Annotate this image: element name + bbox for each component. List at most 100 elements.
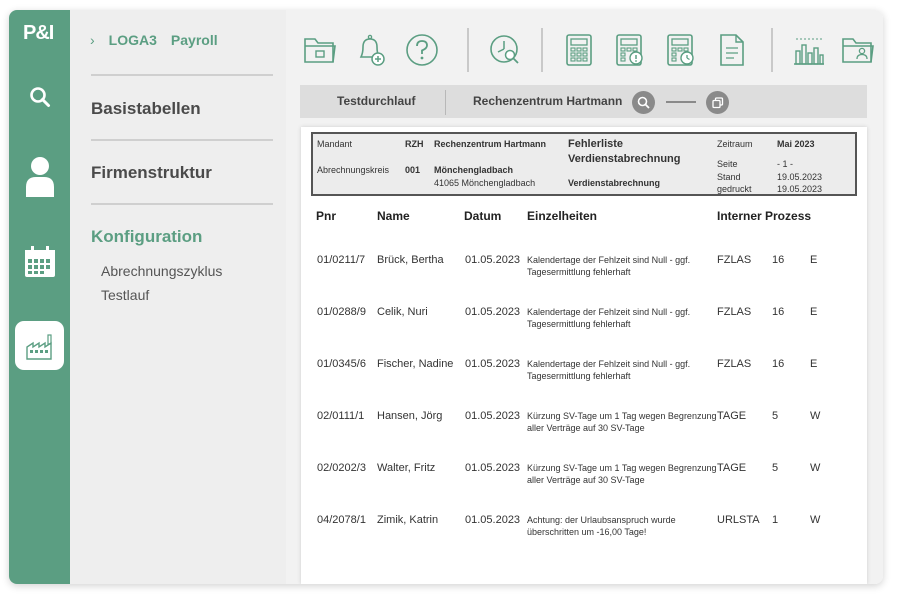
bar-chart-icon [794, 38, 824, 65]
tab-rechenzentrum[interactable]: Rechenzentrum Hartmann [473, 94, 622, 108]
main-content: Testdurchlauf Rechenzentrum Hartmann Man… [286, 10, 883, 584]
folder-icon [304, 38, 336, 63]
kreis-code: 001 [405, 165, 421, 175]
icon-rail: P&I [9, 10, 70, 584]
calculate-schedule-button[interactable] [661, 30, 701, 70]
report-title-line2: Verdienstabrechnung [568, 153, 681, 165]
mandant-code: RZH [405, 139, 424, 149]
cell-datum: 01.05.2023 [465, 410, 521, 422]
cell-process-number: 5 [772, 410, 779, 422]
zoom-search-button[interactable] [632, 91, 655, 114]
breadcrumb: › LOGA3 Payroll [90, 32, 218, 48]
app-logo: P&I [23, 22, 54, 44]
cell-process-type: W [810, 410, 821, 422]
help-button[interactable] [402, 30, 442, 70]
cell-details: Kürzung SV-Tage um 1 Tag wegen Begrenzun… [527, 411, 717, 433]
calculator-warning-icon [616, 34, 643, 66]
cell-pnr: 02/0111/1 [317, 410, 365, 422]
cell-details: Achtung: der Urlaubsanspruch wurde übers… [527, 515, 676, 537]
cell-process-type: W [810, 514, 821, 526]
table-row[interactable]: 01/0288/9 Celik, Nuri 01.05.2023 Kalende… [301, 306, 867, 354]
user-icon [25, 156, 54, 197]
column-header-prozess: Interner Prozess [717, 209, 812, 223]
calculate-button[interactable] [559, 30, 599, 70]
app-window: P&I › LOGA3 Payroll Basistabellen Firmen… [9, 10, 883, 584]
cell-process-code: URLSTA [717, 514, 760, 526]
folder-user-icon [842, 38, 874, 63]
search-icon [637, 96, 650, 109]
cell-datum: 01.05.2023 [465, 306, 521, 318]
cell-process-number: 16 [772, 306, 785, 318]
cell-process-code: FZLAS [717, 358, 752, 370]
nav-section-basistabellen[interactable]: Basistabellen [91, 99, 201, 119]
add-notification-button[interactable] [351, 30, 391, 70]
stand-value: 19.05.2023 [777, 172, 823, 182]
zeitraum-value: Mai 2023 [777, 139, 815, 149]
copy-icon [711, 96, 723, 108]
cell-process-code: FZLAS [717, 306, 752, 318]
mandant-name: Rechenzentrum Hartmann [434, 139, 547, 149]
calendar-icon [24, 245, 55, 277]
cell-process-code: FZLAS [717, 254, 752, 266]
help-icon [406, 34, 438, 66]
document-button[interactable] [712, 30, 752, 70]
cell-process-number: 1 [772, 514, 779, 526]
connector-line [666, 101, 696, 103]
nav-item-testlauf[interactable]: Testlauf [101, 287, 149, 303]
nav-item-abrechnungszyklus[interactable]: Abrechnungszyklus [101, 263, 222, 279]
calculate-warning-button[interactable] [610, 30, 650, 70]
breadcrumb-product[interactable]: LOGA3 [109, 32, 157, 48]
cell-pnr: 01/0288/9 [317, 306, 366, 318]
seite-value: - 1 - [777, 159, 794, 169]
report-subtitle: Verdienstabrechnung [568, 178, 661, 188]
table-row[interactable]: 02/0202/3 Walter, Fritz 01.05.2023 Kürzu… [301, 462, 867, 510]
statistics-button[interactable] [789, 30, 829, 70]
copy-button[interactable] [706, 91, 729, 114]
kreis-city: Mönchengladbach [434, 165, 514, 175]
calculator-icon [566, 34, 592, 66]
seite-label: Seite [717, 159, 738, 169]
rail-user-button[interactable] [15, 151, 64, 200]
rail-search-button[interactable] [15, 72, 64, 121]
toolbar-divider [467, 28, 469, 72]
nav-divider [91, 74, 273, 76]
search-icon [29, 86, 50, 107]
cell-process-type: W [810, 462, 821, 474]
rail-calendar-button[interactable] [15, 237, 64, 286]
report-document[interactable]: Mandant RZH Rechenzentrum Hartmann Abrec… [301, 127, 867, 584]
breadcrumb-module[interactable]: Payroll [171, 32, 218, 48]
nav-divider [91, 139, 273, 141]
cell-pnr: 04/2078/1 [317, 514, 366, 526]
column-header-einzelheiten: Einzelheiten [527, 209, 598, 223]
nav-section-konfiguration[interactable]: Konfiguration [91, 227, 202, 247]
rail-company-button[interactable] [15, 321, 64, 370]
tab-divider [445, 90, 446, 115]
selection-bar: Testdurchlauf Rechenzentrum Hartmann [300, 85, 867, 118]
chevron-right-icon[interactable]: › [90, 32, 95, 48]
document-icon [720, 34, 744, 66]
cell-name: Fischer, Nadine [377, 358, 454, 370]
table-row[interactable]: 02/0111/1 Hansen, Jörg 01.05.2023 Kürzun… [301, 410, 867, 458]
history-search-button[interactable] [485, 30, 525, 70]
cell-name: Zimik, Katrin [377, 514, 439, 526]
cell-pnr: 01/0211/7 [317, 254, 366, 266]
cell-datum: 01.05.2023 [465, 514, 521, 526]
cell-details: Kalendertage der Fehlzeit sind Null - gg… [527, 307, 691, 329]
cell-process-code: TAGE [717, 462, 747, 474]
tab-testdurchlauf[interactable]: Testdurchlauf [337, 94, 415, 108]
table-row[interactable]: 01/0345/6 Fischer, Nadine 01.05.2023 Kal… [301, 358, 867, 406]
table-row[interactable]: 04/2078/1 Zimik, Katrin 01.05.2023 Achtu… [301, 514, 867, 562]
side-navigation: › LOGA3 Payroll Basistabellen Firmenstru… [70, 10, 286, 584]
open-folder-button[interactable] [300, 30, 340, 70]
cell-process-code: TAGE [717, 410, 747, 422]
clock-search-icon [490, 35, 519, 64]
mandant-label: Mandant [317, 139, 353, 149]
cell-pnr: 02/0202/3 [317, 462, 366, 474]
table-row[interactable]: 01/0211/7 Brück, Bertha 01.05.2023 Kalen… [301, 254, 867, 302]
cell-process-number: 16 [772, 254, 785, 266]
cell-pnr: 01/0345/6 [317, 358, 366, 370]
employee-folder-button[interactable] [838, 30, 878, 70]
report-title-line1: Fehlerliste [568, 138, 624, 150]
nav-section-firmenstruktur[interactable]: Firmenstruktur [91, 163, 212, 183]
toolbar-divider [541, 28, 543, 72]
